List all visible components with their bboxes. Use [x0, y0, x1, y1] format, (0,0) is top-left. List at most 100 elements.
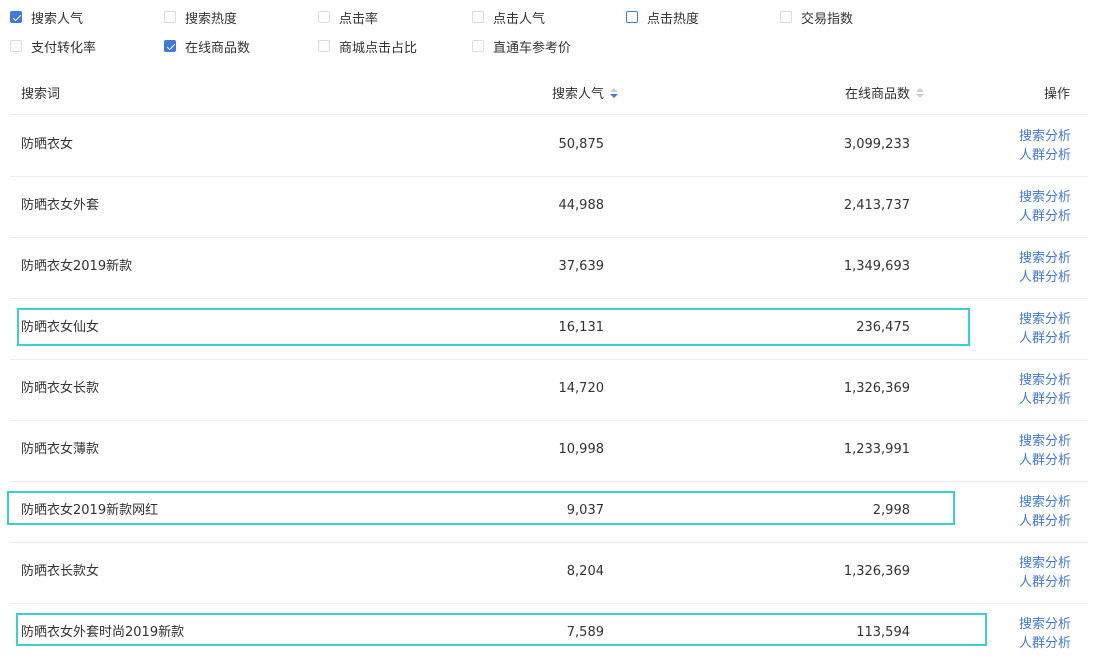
popularity-cell: 16,131	[558, 320, 605, 335]
filter-checkbox-online-goods[interactable]: 在线商品数	[164, 36, 250, 56]
goods-cell: 3,099,233	[843, 137, 910, 152]
filter-label: 点击人气	[493, 11, 546, 27]
header-search-popularity[interactable]: 搜索人气	[552, 76, 618, 114]
checkbox-icon[interactable]	[10, 40, 22, 52]
checkbox-checked-icon[interactable]	[10, 11, 22, 23]
checkbox-focused-icon[interactable]	[626, 11, 638, 23]
filter-label: 商城点击占比	[339, 40, 418, 56]
row-actions: 搜索分析 人群分析	[1019, 493, 1071, 531]
table-row: 防晒衣女薄款 10,998 1,233,991 搜索分析 人群分析	[10, 420, 1088, 482]
table-row: 防晒衣女2019新款网红 9,037 2,998 搜索分析 人群分析	[10, 481, 1088, 543]
checkbox-icon[interactable]	[164, 11, 176, 23]
header-label: 搜索人气	[551, 87, 604, 102]
checkbox-icon[interactable]	[472, 40, 484, 52]
crowd-analysis-link[interactable]: 人群分析	[1019, 329, 1071, 348]
row-actions: 搜索分析 人群分析	[1019, 554, 1071, 592]
search-analysis-link[interactable]: 搜索分析	[1019, 493, 1071, 512]
crowd-analysis-link[interactable]: 人群分析	[1019, 512, 1071, 531]
filter-checkbox-search-heat[interactable]: 搜索热度	[164, 7, 237, 27]
crowd-analysis-link[interactable]: 人群分析	[1019, 146, 1071, 165]
keyword-cell: 防晒衣女	[21, 137, 74, 152]
row-actions: 搜索分析 人群分析	[1019, 249, 1071, 287]
popularity-cell: 8,204	[566, 564, 604, 579]
goods-cell: 2,998	[872, 503, 910, 518]
filter-label: 搜索热度	[185, 11, 238, 27]
goods-cell: 2,413,737	[843, 198, 910, 213]
search-analysis-link[interactable]: 搜索分析	[1019, 432, 1071, 451]
filter-checkbox-click-heat[interactable]: 点击热度	[626, 7, 699, 27]
search-analysis-link[interactable]: 搜索分析	[1019, 371, 1071, 390]
checkbox-checked-icon[interactable]	[164, 40, 176, 52]
table-row: 防晒衣长款女 8,204 1,326,369 搜索分析 人群分析	[10, 542, 1088, 604]
header-online-goods[interactable]: 在线商品数	[845, 76, 924, 114]
filter-checkbox-click-popularity[interactable]: 点击人气	[472, 7, 545, 27]
keyword-cell: 防晒衣女2019新款	[21, 259, 133, 274]
search-analysis-link[interactable]: 搜索分析	[1019, 249, 1071, 268]
filter-checkbox-search-popularity[interactable]: 搜索人气	[10, 7, 83, 27]
row-actions: 搜索分析 人群分析	[1019, 371, 1071, 409]
table-row: 防晒衣女外套时尚2019新款 7,589 113,594 搜索分析 人群分析	[10, 603, 1088, 664]
search-analysis-link[interactable]: 搜索分析	[1019, 188, 1071, 207]
goods-cell: 1,326,369	[843, 381, 910, 396]
search-analysis-link[interactable]: 搜索分析	[1019, 615, 1071, 634]
popularity-cell: 14,720	[558, 381, 605, 396]
popularity-cell: 50,875	[558, 137, 605, 152]
search-analysis-link[interactable]: 搜索分析	[1019, 554, 1071, 573]
row-actions: 搜索分析 人群分析	[1019, 432, 1071, 470]
filter-label: 点击率	[339, 11, 379, 27]
table-row: 防晒衣女长款 14,720 1,326,369 搜索分析 人群分析	[10, 359, 1088, 421]
filter-label: 搜索人气	[31, 11, 84, 27]
crowd-analysis-link[interactable]: 人群分析	[1019, 268, 1071, 287]
table-row: 防晒衣女 50,875 3,099,233 搜索分析 人群分析	[10, 115, 1088, 177]
goods-cell: 1,233,991	[843, 442, 910, 457]
crowd-analysis-link[interactable]: 人群分析	[1019, 390, 1071, 409]
keyword-cell: 防晒衣女2019新款网红	[21, 503, 159, 518]
filter-checkbox-payment-conversion[interactable]: 支付转化率	[10, 36, 96, 56]
table-row: 防晒衣女外套 44,988 2,413,737 搜索分析 人群分析	[10, 176, 1088, 238]
keyword-cell: 防晒衣长款女	[21, 564, 100, 579]
filter-label: 支付转化率	[31, 40, 97, 56]
metric-filter-panel: 搜索人气 搜索热度 点击率 点击人气 点击热度 交易指数 支付转化率 在线商品数…	[0, 0, 1108, 62]
crowd-analysis-link[interactable]: 人群分析	[1019, 451, 1071, 470]
popularity-cell: 7,589	[566, 625, 604, 640]
checkbox-icon[interactable]	[472, 11, 484, 23]
table-row: 防晒衣女2019新款 37,639 1,349,693 搜索分析 人群分析	[10, 237, 1088, 299]
filter-checkbox-ztc-reference-price[interactable]: 直通车参考价	[472, 36, 571, 56]
goods-cell: 236,475	[856, 320, 910, 335]
header-actions: 操作	[1043, 87, 1070, 102]
header-label: 在线商品数	[844, 87, 910, 102]
keyword-cell: 防晒衣女薄款	[21, 442, 100, 457]
filter-label: 交易指数	[801, 11, 854, 27]
filter-checkbox-mall-click-share[interactable]: 商城点击占比	[318, 36, 417, 56]
checkbox-icon[interactable]	[780, 11, 792, 23]
row-actions: 搜索分析 人群分析	[1019, 188, 1071, 226]
checkbox-icon[interactable]	[318, 40, 330, 52]
sort-ascending-icon	[610, 87, 618, 92]
keyword-cell: 防晒衣女外套	[21, 198, 100, 213]
search-analysis-link[interactable]: 搜索分析	[1019, 127, 1071, 146]
filter-checkbox-trade-index[interactable]: 交易指数	[780, 7, 853, 27]
checkbox-icon[interactable]	[318, 11, 330, 23]
sort-icon[interactable]	[610, 87, 618, 100]
filter-label: 直通车参考价	[493, 40, 572, 56]
crowd-analysis-link[interactable]: 人群分析	[1019, 634, 1071, 653]
goods-cell: 1,326,369	[843, 564, 910, 579]
table-header: 搜索词 搜索人气 在线商品数 操作	[10, 76, 1088, 115]
keyword-cell: 防晒衣女外套时尚2019新款	[21, 625, 185, 640]
crowd-analysis-link[interactable]: 人群分析	[1019, 573, 1071, 592]
crowd-analysis-link[interactable]: 人群分析	[1019, 207, 1071, 226]
table-row: 防晒衣女仙女 16,131 236,475 搜索分析 人群分析	[10, 298, 1088, 360]
sort-icon[interactable]	[916, 87, 924, 100]
row-actions: 搜索分析 人群分析	[1019, 310, 1071, 348]
keyword-cell: 防晒衣女长款	[21, 381, 100, 396]
filter-label: 在线商品数	[185, 40, 251, 56]
filter-label: 点击热度	[647, 11, 700, 27]
popularity-cell: 10,998	[558, 442, 605, 457]
keyword-cell: 防晒衣女仙女	[21, 320, 100, 335]
search-analysis-link[interactable]: 搜索分析	[1019, 310, 1071, 329]
sort-descending-icon	[916, 93, 924, 98]
row-actions: 搜索分析 人群分析	[1019, 127, 1071, 165]
popularity-cell: 9,037	[566, 503, 604, 518]
filter-checkbox-click-rate[interactable]: 点击率	[318, 7, 378, 27]
popularity-cell: 44,988	[558, 198, 605, 213]
